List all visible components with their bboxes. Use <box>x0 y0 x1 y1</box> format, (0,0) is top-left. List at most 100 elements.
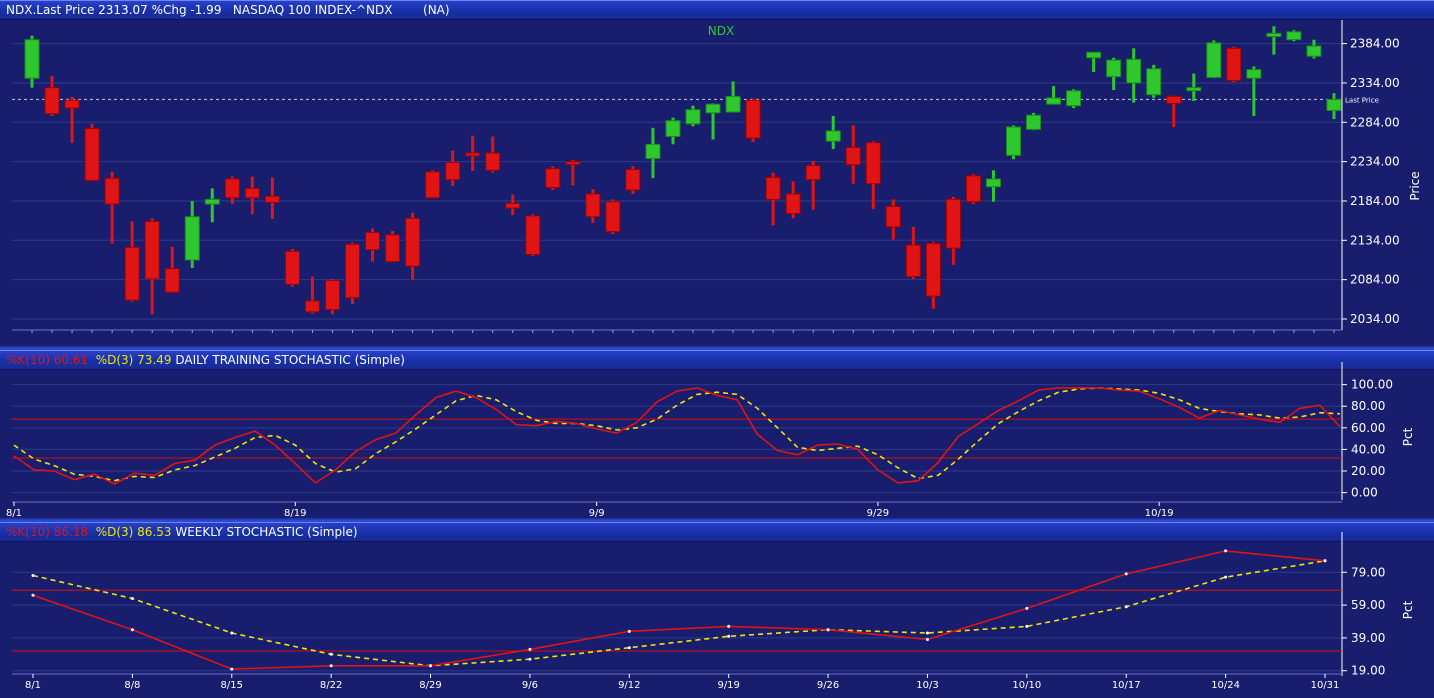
candle-body <box>1326 98 1342 111</box>
price-tick-label: 2134.00 <box>1350 233 1400 247</box>
candle-body <box>445 161 461 181</box>
weekly-d-point <box>925 631 929 635</box>
weekly-axis-label: Pct <box>1401 600 1415 619</box>
candle-body <box>745 99 761 139</box>
candle-body <box>124 246 140 301</box>
candle-body <box>1086 51 1102 59</box>
weekly-k-point <box>727 624 731 628</box>
price-axis-label: Price <box>1408 171 1422 200</box>
candle-body <box>1266 32 1282 38</box>
weekly-x-label: 9/26 <box>817 680 839 691</box>
daily-tick-label: 100.00 <box>1351 378 1393 392</box>
candle-body <box>965 175 981 203</box>
weekly-x-label: 10/31 <box>1311 680 1340 691</box>
candle-body <box>1166 95 1182 104</box>
candle-body <box>204 198 220 205</box>
candle-body <box>64 99 80 109</box>
weekly-k-point <box>528 647 532 651</box>
candle-body <box>645 143 661 159</box>
weekly-d-point <box>826 628 830 632</box>
candle-body <box>765 176 781 200</box>
candle-body <box>24 39 40 79</box>
candle-body <box>905 244 921 277</box>
weekly-x-label: 10/3 <box>916 680 938 691</box>
weekly-x-label: 9/19 <box>717 680 739 691</box>
candle-body <box>304 300 320 313</box>
candle-body <box>264 195 280 204</box>
price-chart-title: NDX <box>708 24 734 38</box>
price-tick-label: 2384.00 <box>1350 37 1400 51</box>
weekly-stochastic-panel: %K(10) 86.18 %D(3) 86.53 WEEKLY STOCHAST… <box>0 522 1434 698</box>
candle-body <box>845 146 861 166</box>
candle-body <box>405 217 421 267</box>
price-chart[interactable]: 2384.00 2334.00 2284.00 2234.00 2184.00 2134.… <box>0 0 1434 347</box>
weekly-k-point <box>627 629 631 633</box>
candle-body <box>224 178 240 199</box>
candle-body <box>1046 97 1062 105</box>
candle-body <box>84 128 100 182</box>
candle-body <box>625 168 641 191</box>
candle-body <box>1286 31 1302 41</box>
candle-body <box>785 193 801 215</box>
daily-tick-label: 0.00 <box>1351 486 1378 500</box>
weekly-k-point <box>1124 572 1128 576</box>
price-tick-label: 2284.00 <box>1350 115 1400 129</box>
weekly-tick-label: 79.00 <box>1351 565 1385 579</box>
price-tick-label: 2234.00 <box>1350 155 1400 169</box>
daily-stochastic-panel: %K(10) 60.61 %D(3) 73.49 DAILY TRAINING … <box>0 350 1434 520</box>
candle-body <box>144 220 160 280</box>
candle-body <box>1186 87 1202 92</box>
candle-body <box>525 215 541 255</box>
weekly-k-point <box>1224 549 1228 553</box>
weekly-x-label: 8/1 <box>25 680 41 691</box>
weekly-d-point <box>1224 575 1228 579</box>
candle-body <box>1246 69 1262 79</box>
candle-body <box>485 152 501 171</box>
weekly-d-point <box>1323 559 1327 563</box>
candle-body <box>1106 59 1122 78</box>
daily-stochastic-chart[interactable]: 100.0080.0060.0040.0020.000.00Pct8/1 8/19… <box>0 350 1434 520</box>
price-tick-label: 2084.00 <box>1350 273 1400 287</box>
weekly-d-point <box>130 597 134 601</box>
candle-body <box>825 130 841 142</box>
weekly-stochastic-chart[interactable]: 79.00 59.00 39.00 19.00 Pct 8/1 8/8 8/15 8/22 8/2… <box>0 522 1434 698</box>
weekly-x-label: 10/17 <box>1112 680 1141 691</box>
candle-body <box>44 87 60 115</box>
candle-body <box>665 120 681 137</box>
candle-body <box>565 161 581 166</box>
candle-body <box>465 152 481 157</box>
daily-tick-label: 60.00 <box>1351 421 1385 435</box>
weekly-k-point <box>31 593 35 597</box>
weekly-k-point <box>329 664 333 668</box>
weekly-x-label: 8/8 <box>124 680 140 691</box>
candle-body <box>605 201 621 233</box>
weekly-x-label: 9/6 <box>522 680 538 691</box>
weekly-x-label: 8/15 <box>221 680 243 691</box>
candle-body <box>1126 58 1142 84</box>
candle-body <box>1006 126 1021 156</box>
weekly-k-point <box>230 667 234 671</box>
weekly-d-point <box>1124 605 1128 609</box>
candle-body <box>545 168 561 189</box>
candle-body <box>1206 42 1222 78</box>
candle-body <box>945 198 961 249</box>
candle-body <box>1066 90 1082 107</box>
candle-body <box>1146 68 1162 96</box>
weekly-tick-label: 59.00 <box>1351 598 1385 612</box>
candle-body <box>164 268 180 293</box>
last-price-label: Last Price <box>1345 96 1379 104</box>
daily-tick-label: 20.00 <box>1351 464 1385 478</box>
weekly-d-point <box>528 657 532 661</box>
candle-body <box>705 103 721 114</box>
candle-body <box>805 165 821 181</box>
candle-body <box>985 178 1001 188</box>
candle-body <box>184 216 200 261</box>
weekly-d-point <box>429 664 433 668</box>
candle-body <box>505 202 521 209</box>
weekly-x-label: 8/22 <box>320 680 342 691</box>
candle-body <box>685 109 701 125</box>
weekly-d-point <box>329 652 333 656</box>
daily-axis-label: Pct <box>1401 427 1415 446</box>
candle-body <box>885 205 901 228</box>
candle-body <box>725 95 741 113</box>
